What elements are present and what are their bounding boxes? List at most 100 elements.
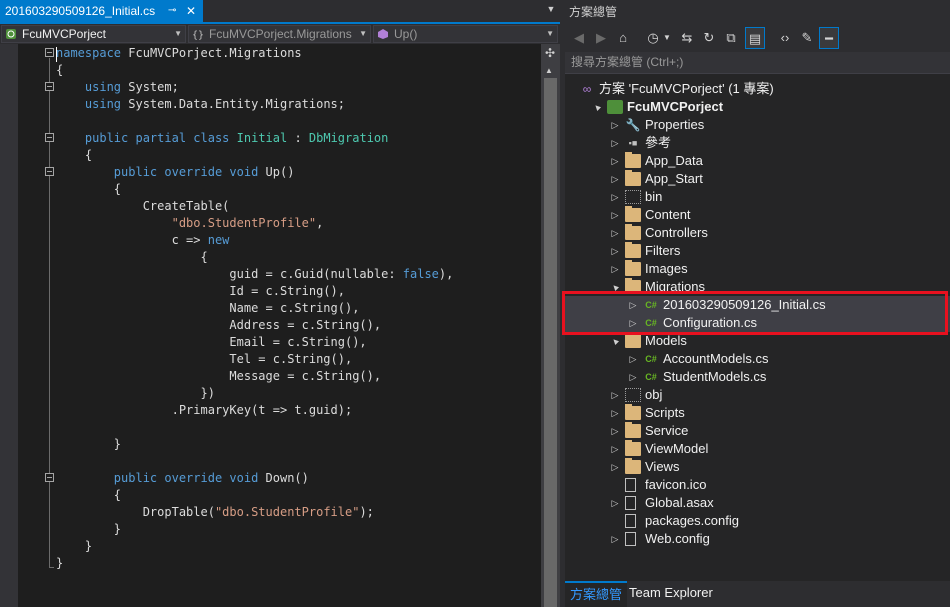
scroll-thumb[interactable]: [544, 78, 557, 607]
tree-item[interactable]: ▷ C# 201603290509126_Initial.cs: [565, 296, 950, 314]
tab-dropdown-icon[interactable]: ▼: [544, 4, 558, 18]
tree-item[interactable]: ▷ Global.asax: [565, 494, 950, 512]
expanded-arrow-icon[interactable]: ▲: [605, 331, 625, 351]
collapsed-arrow-icon[interactable]: ▷: [610, 242, 620, 260]
tab-solution-explorer[interactable]: 方案總管: [565, 581, 628, 607]
scroll-up-icon[interactable]: ▲: [545, 66, 553, 75]
code-editor[interactable]: 201603290509126_Initial.cs ⊸ ✕ ▼ FcuMVCP…: [0, 0, 560, 607]
collapse-toggle[interactable]: [45, 48, 54, 57]
collapsed-arrow-icon[interactable]: ▷: [610, 152, 620, 170]
folder-icon: [625, 170, 641, 186]
folder-icon: [625, 152, 641, 168]
folder-icon: [625, 404, 641, 420]
code-line: c => new: [56, 233, 230, 247]
tree-item[interactable]: ▲ Migrations: [565, 278, 950, 296]
tree-item[interactable]: favicon.ico: [565, 476, 950, 494]
collapse-toggle[interactable]: [45, 82, 54, 91]
tree-item[interactable]: ▷ C# StudentModels.cs: [565, 368, 950, 386]
collapsed-arrow-icon[interactable]: ▷: [628, 314, 638, 332]
tree-item[interactable]: ▷ Filters: [565, 242, 950, 260]
tree-item-label: App_Start: [645, 171, 703, 186]
tree-item[interactable]: ▲ Models: [565, 332, 950, 350]
collapse-toggle[interactable]: [45, 167, 54, 176]
collapsed-arrow-icon[interactable]: ▷: [610, 206, 620, 224]
collapsed-arrow-icon[interactable]: ▷: [628, 350, 638, 368]
tree-item[interactable]: ▷ Scripts: [565, 404, 950, 422]
tree-item[interactable]: ▷ App_Data: [565, 152, 950, 170]
expanded-arrow-icon[interactable]: ▲: [587, 97, 607, 117]
forward-icon[interactable]: ▶: [591, 27, 611, 49]
tree-item[interactable]: ▷ C# Configuration.cs: [565, 314, 950, 332]
code-text-area[interactable]: namespace FcuMVCPorject.Migrations { usi…: [18, 44, 541, 607]
code-line: .PrimaryKey(t => t.guid);: [56, 403, 353, 417]
collapsed-arrow-icon[interactable]: ▷: [610, 386, 620, 404]
tree-item[interactable]: ▲ FcuMVCPorject: [565, 98, 950, 116]
pin-icon[interactable]: ⊸: [168, 0, 176, 22]
project-dropdown-label: FcuMVCPorject: [22, 27, 107, 41]
tree-item-label: AccountModels.cs: [663, 351, 769, 366]
tree-item[interactable]: ▷ 🔧 Properties: [565, 116, 950, 134]
collapsed-arrow-icon[interactable]: ▷: [610, 224, 620, 242]
show-all-files-icon[interactable]: ▤: [745, 27, 765, 49]
sync-with-document-icon[interactable]: ⇆: [677, 27, 697, 49]
properties-icon[interactable]: ✎: [797, 27, 817, 49]
tree-item[interactable]: ▷ Service: [565, 422, 950, 440]
tree-item[interactable]: ∞ 方案 'FcuMVCPorject' (1 專案): [565, 80, 950, 98]
collapsed-arrow-icon[interactable]: ▷: [610, 116, 620, 134]
collapsed-arrow-icon[interactable]: ▷: [610, 422, 620, 440]
collapsed-arrow-icon[interactable]: ▷: [610, 188, 620, 206]
view-code-icon[interactable]: ‹›: [775, 27, 795, 49]
tree-item[interactable]: ▷ Controllers: [565, 224, 950, 242]
tree-item[interactable]: ▷ Content: [565, 206, 950, 224]
member-dropdown[interactable]: Up() ▼: [373, 25, 558, 43]
chevron-down-icon[interactable]: ▼: [657, 27, 677, 49]
split-handle-icon[interactable]: ✣: [543, 46, 557, 60]
search-input[interactable]: 搜尋方案總管 (Ctrl+;): [565, 52, 950, 74]
tree-item[interactable]: ▷ Views: [565, 458, 950, 476]
tree-item[interactable]: ▷ Images: [565, 260, 950, 278]
collapsed-arrow-icon[interactable]: ▷: [610, 530, 620, 548]
tree-item-label: packages.config: [645, 513, 739, 528]
refresh-icon[interactable]: ↻: [699, 27, 719, 49]
collapsed-arrow-icon[interactable]: ▷: [610, 260, 620, 278]
collapsed-arrow-icon[interactable]: ▷: [610, 458, 620, 476]
collapsed-arrow-icon[interactable]: ▷: [610, 404, 620, 422]
collapse-toggle[interactable]: [45, 473, 54, 482]
expanded-arrow-icon[interactable]: ▲: [605, 277, 625, 297]
collapsed-arrow-icon[interactable]: ▷: [628, 296, 638, 314]
tree-item[interactable]: ▷ Web.config: [565, 530, 950, 548]
tree-item[interactable]: ▷ App_Start: [565, 170, 950, 188]
collapsed-arrow-icon[interactable]: ▷: [628, 368, 638, 386]
tree-item[interactable]: ▷ obj: [565, 386, 950, 404]
project-dropdown[interactable]: FcuMVCPorject ▼: [1, 25, 186, 43]
collapse-toggle[interactable]: [45, 133, 54, 142]
tree-item-label: ViewModel: [645, 441, 709, 456]
csharp-file-icon: C#: [645, 372, 657, 382]
tree-item[interactable]: ▷ ▪■ 參考: [565, 134, 950, 152]
collapsed-arrow-icon[interactable]: ▷: [610, 170, 620, 188]
references-icon: ▪■: [628, 138, 638, 148]
preview-selected-items-icon[interactable]: ━: [819, 27, 839, 49]
tree-item[interactable]: packages.config: [565, 512, 950, 530]
collapsed-arrow-icon[interactable]: ▷: [610, 440, 620, 458]
close-icon[interactable]: ✕: [186, 0, 196, 22]
class-dropdown[interactable]: {} FcuMVCPorject.Migrations ▼: [188, 25, 371, 43]
collapsed-arrow-icon[interactable]: ▷: [610, 134, 620, 152]
tab-initial-cs[interactable]: 201603290509126_Initial.cs ⊸ ✕: [0, 0, 203, 22]
tree-item[interactable]: ▷ ViewModel: [565, 440, 950, 458]
back-icon[interactable]: ◀: [569, 27, 589, 49]
home-icon[interactable]: ⌂: [613, 27, 633, 49]
collapse-all-icon[interactable]: ⧉: [721, 27, 741, 49]
tab-team-explorer[interactable]: Team Explorer: [624, 581, 718, 607]
fold-guide: [49, 177, 50, 449]
vertical-scrollbar[interactable]: ✣ ▲: [541, 44, 560, 607]
code-line: DropTable("dbo.StudentProfile");: [56, 505, 374, 519]
bottom-tab-strip: 方案總管 Team Explorer: [565, 581, 950, 607]
tree-item[interactable]: ▷ bin: [565, 188, 950, 206]
tab-title: 201603290509126_Initial.cs: [5, 4, 156, 18]
folder-icon: [625, 224, 641, 240]
tree-item[interactable]: ▷ C# AccountModels.cs: [565, 350, 950, 368]
code-line: Name = c.String(),: [56, 301, 360, 315]
code-line: }: [56, 539, 93, 553]
collapsed-arrow-icon[interactable]: ▷: [610, 494, 620, 512]
